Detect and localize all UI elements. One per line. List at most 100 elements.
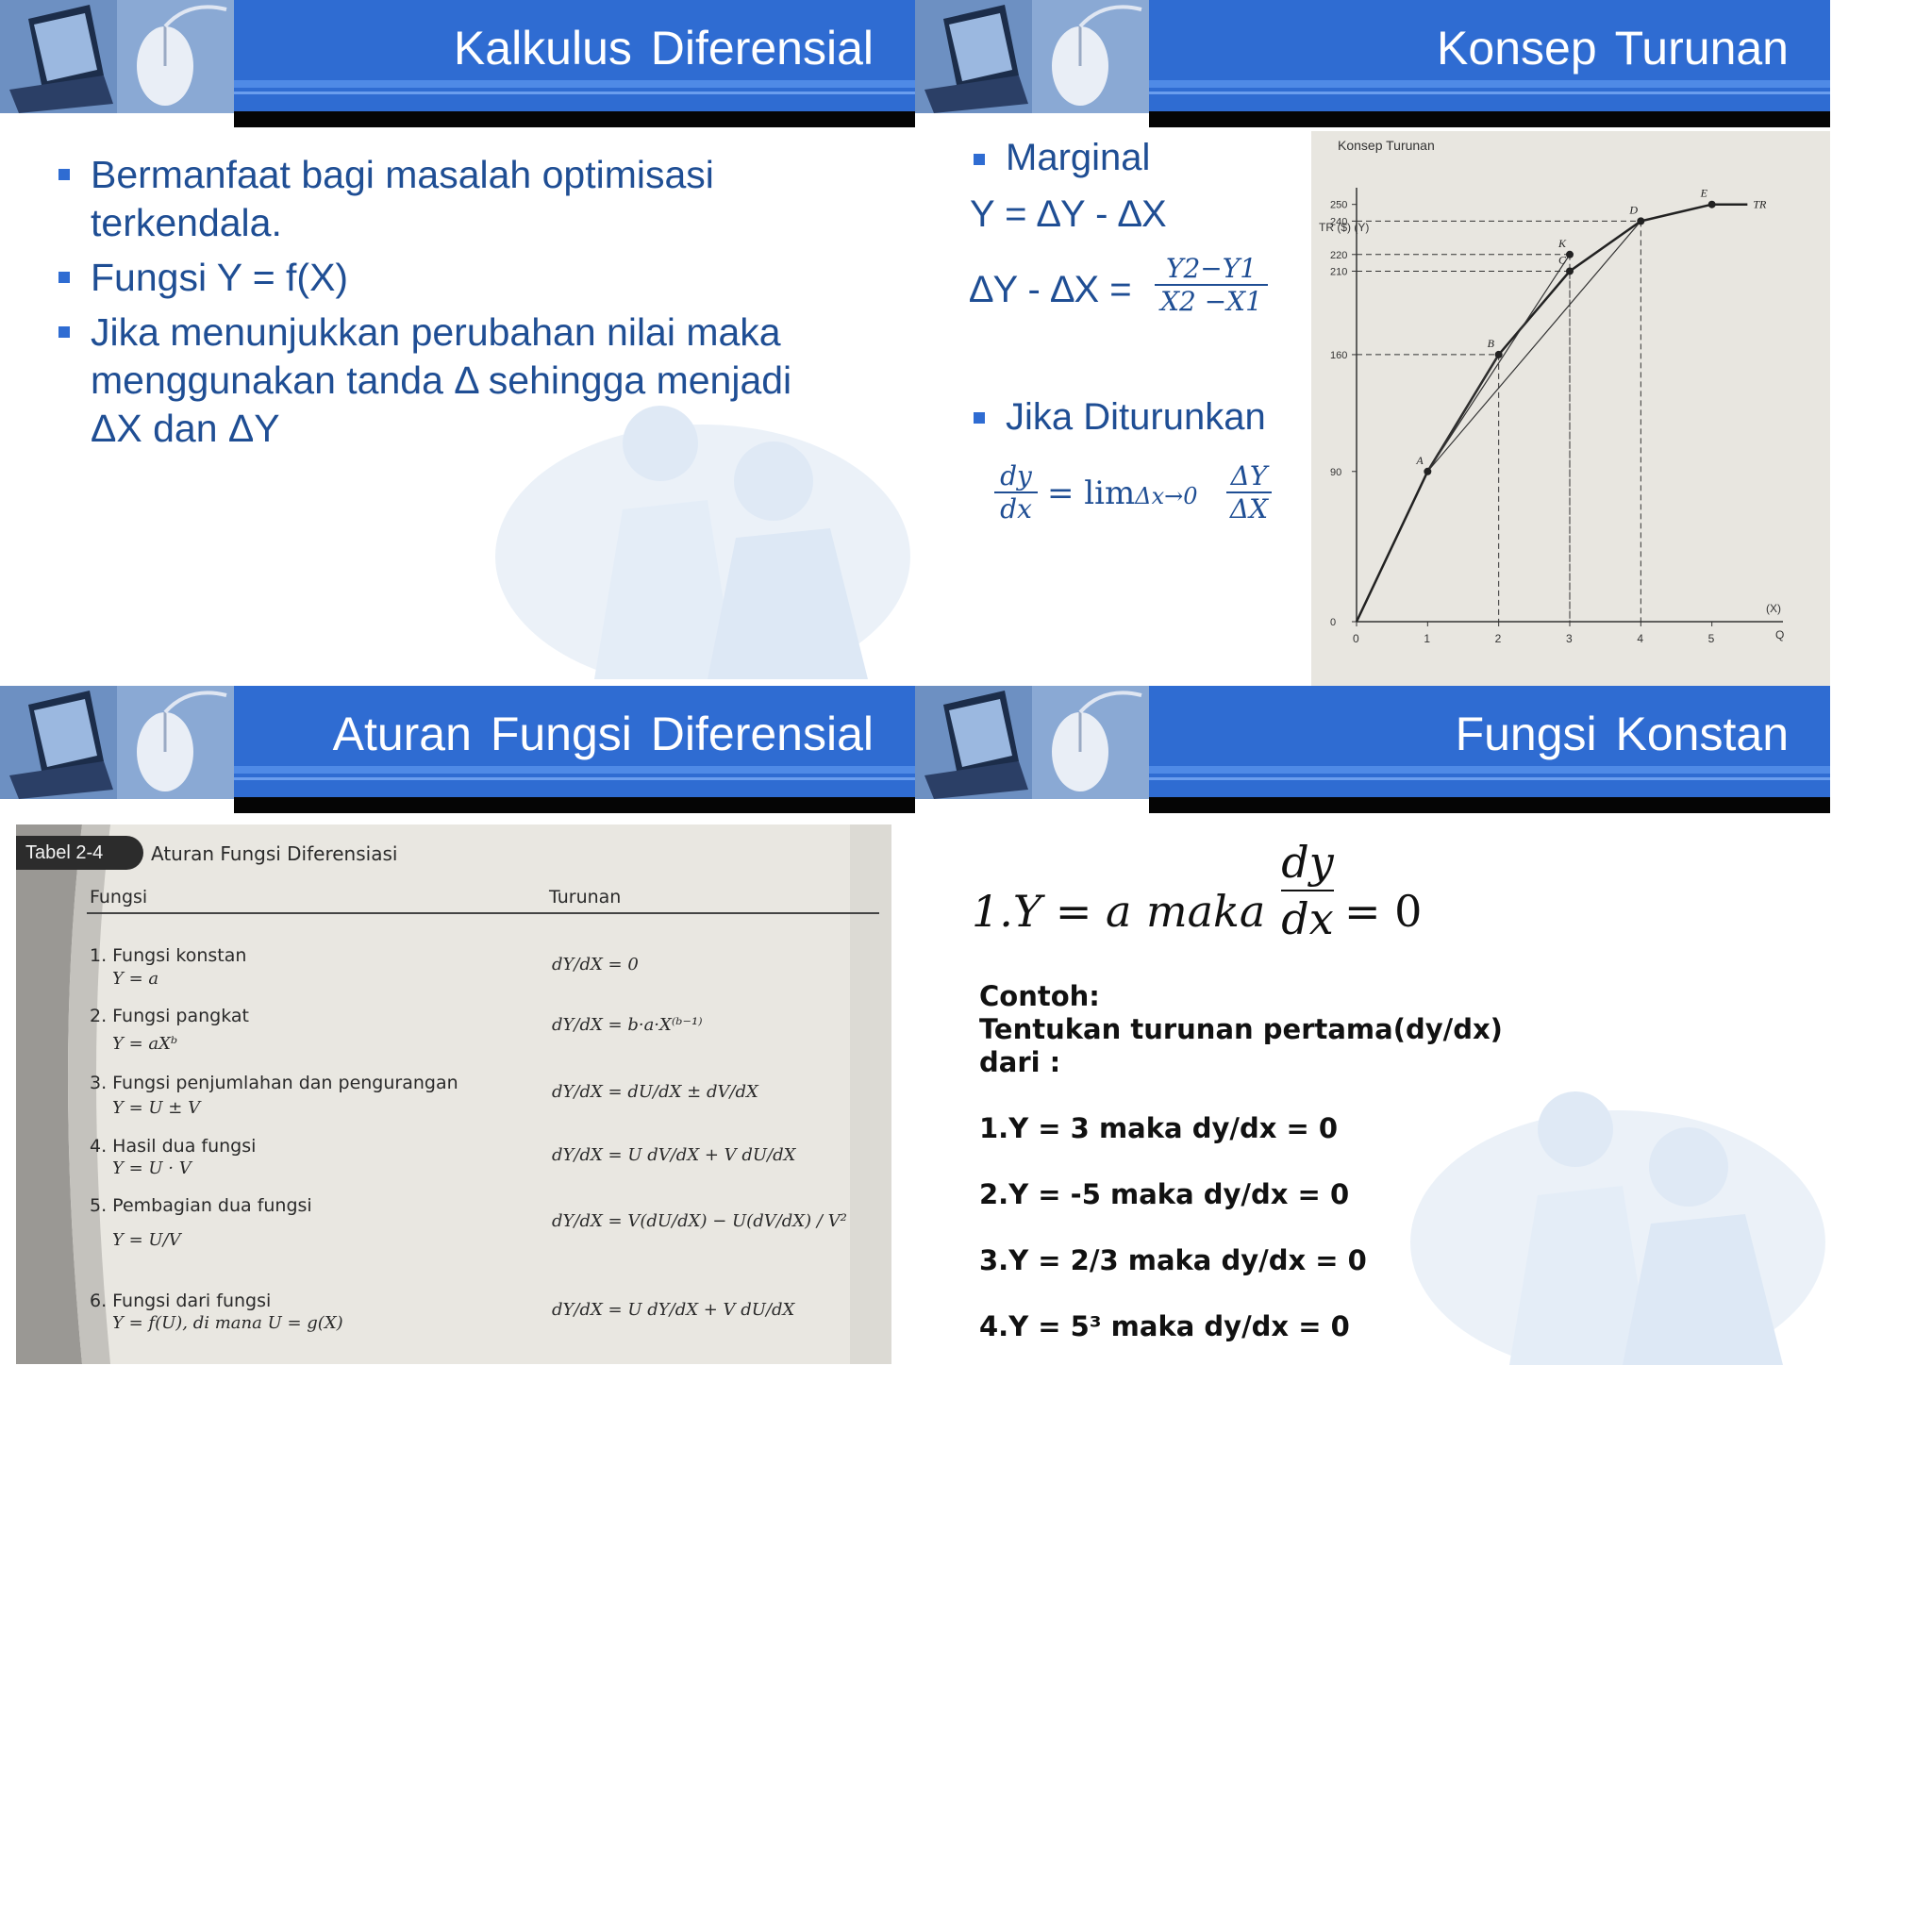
delta-x-text: ΔX: [1229, 493, 1269, 525]
point-label: D: [1628, 203, 1638, 216]
table-row-name: 4. Hasil dua fungsi: [90, 1136, 257, 1157]
series-label: TR: [1753, 198, 1767, 211]
secant-line: [1426, 354, 1500, 473]
table-row-example: Y = U/V: [112, 1230, 181, 1250]
slide-header: Konsep Turunan: [915, 0, 1830, 127]
table-row-rule: dY/dX = U dV/dX + V dU/dX: [552, 1145, 796, 1165]
table-row-example: Y = U ± V: [112, 1098, 201, 1118]
data-point: [1637, 217, 1645, 225]
formula-left: 1.Y = a: [972, 886, 1132, 937]
formula-maka: maka: [1146, 886, 1266, 937]
y-tick-label: 250: [1330, 200, 1347, 211]
computer-mouse-photo-icon: [0, 0, 234, 113]
body-line: [979, 1211, 1503, 1244]
table-row-name: 6. Fungsi dari fungsi: [90, 1291, 272, 1311]
y-tick-label: 240: [1330, 216, 1347, 227]
table-row-name: 5. Pembagian dua fungsi: [90, 1195, 312, 1216]
x-tick-label: 2: [1495, 632, 1502, 645]
secant-line: [1426, 254, 1571, 473]
body-line: 2.Y = -5 maka dy/dx = 0: [979, 1178, 1350, 1210]
point-label: B: [1488, 337, 1495, 350]
table-row-example: Y = a: [112, 969, 159, 989]
y-tick-label: 210: [1330, 266, 1347, 277]
body-line: Tentukan turunan pertama(dy/dx): [979, 1013, 1503, 1045]
y-tick-label: 0: [1330, 617, 1336, 628]
formula-numerator: dy: [1281, 837, 1334, 888]
y-tick-label: 90: [1330, 467, 1341, 478]
body-line: Contoh:: [979, 980, 1100, 1012]
table-row-rule: dY/dX = b·a·X⁽ᵇ⁻¹⁾: [552, 1015, 703, 1035]
bullet-list: Bermanfaat bagi masalah optimisasi terke…: [58, 151, 851, 459]
table-row-example: Y = aXᵇ: [112, 1034, 178, 1054]
delta-y-x-fraction: ΔY ΔX: [1226, 460, 1272, 525]
table-row-name: 3. Fungsi penjumlahan dan pengurangan: [90, 1073, 458, 1093]
limit-text: = limΔx→0: [1047, 475, 1198, 512]
table-row-rule: dY/dX = 0: [552, 955, 639, 974]
table-row-example: Y = f(U), di mana U = g(X): [112, 1313, 343, 1333]
slide-header: Fungsi Konstan: [915, 686, 1830, 813]
point-label: E: [1700, 187, 1708, 200]
body-line: 4.Y = 5³ maka dy/dx = 0: [979, 1310, 1350, 1342]
point-label: C: [1558, 253, 1567, 266]
bullet-item: Jika menunjukkan perubahan nilai maka me…: [58, 308, 851, 453]
delta-numerator: Y2−Y1: [1165, 253, 1257, 284]
data-point: [1566, 267, 1574, 275]
marginal-equation: Y = ∆Y - ∆X: [970, 193, 1167, 235]
slide-fungsi-konstan: Fungsi Konstan 1.Y = a maka dy dx = 0 Co…: [915, 686, 1830, 1372]
table-tag: Tabel 2-4: [16, 836, 143, 870]
data-point: [1494, 350, 1503, 358]
bullet-item: Fungsi Y = f(X): [58, 254, 851, 302]
column-header-fungsi: Fungsi: [90, 887, 148, 908]
computer-mouse-photo-icon: [915, 0, 1149, 113]
table-title: Aturan Fungsi Diferensiasi: [151, 842, 398, 865]
tr-curve: [1355, 203, 1748, 623]
slide-title: Konsep Turunan: [1437, 22, 1789, 75]
data-point: [1424, 467, 1432, 475]
data-point: [1707, 200, 1716, 208]
x-tick-label: 4: [1637, 632, 1643, 645]
bullet-item: Bermanfaat bagi masalah optimisasi terke…: [58, 151, 851, 247]
derived-label: Jika Diturunkan: [1006, 396, 1266, 438]
point-label: K: [1557, 237, 1567, 250]
tr-chart: Konsep TurunanTR ($) (Y)(X)Q0 1 2 3 4 5090160…: [1319, 138, 1784, 645]
column-header-turunan: Turunan: [549, 887, 622, 908]
body-line: 3.Y = 2/3 maka dy/dx = 0: [979, 1244, 1367, 1276]
table-row-name: 2. Fungsi pangkat: [90, 1006, 249, 1026]
y-tick-label: 160: [1330, 350, 1347, 361]
table-row-rule: dY/dX = U dY/dX + V dU/dX: [552, 1300, 795, 1320]
dx-text: dx: [1000, 493, 1032, 525]
x-axis-tag: (X): [1766, 602, 1781, 615]
chart-title: Konsep Turunan: [1338, 138, 1435, 153]
table-row-rule: dY/dX = V(dU/dX) − U(dV/dX) / V²: [552, 1211, 847, 1231]
y-tick-label: 220: [1330, 250, 1347, 261]
computer-mouse-photo-icon: [915, 686, 1149, 799]
example-text: Contoh: Tentukan turunan pertama(dy/dx) …: [979, 980, 1503, 1343]
slide-konsep-turunan: Konsep Turunan Marginal Y = ∆Y - ∆X ∆Y -…: [915, 0, 1830, 686]
slide-kalkulus-diferensial: Kalkulus Diferensial Bermanfaat bagi mas…: [0, 0, 915, 686]
formula-denominator: dx: [1281, 893, 1334, 944]
dy-text: dy: [1000, 460, 1032, 491]
tr-chart-panel: Konsep Turunan TR ($) (Y) (X) Q 0 1 2 3 4 5 0 90 160…: [1311, 131, 1830, 686]
lim-subscript: Δx→0: [1135, 483, 1198, 509]
delta-fraction: Y2−Y1 X2 −X1: [1155, 253, 1268, 317]
slide-header: Kalkulus Diferensial: [0, 0, 915, 127]
slide-title: Fungsi Konstan: [1455, 708, 1789, 760]
table-row-example: Y = U · V: [112, 1158, 192, 1178]
slide-header: Aturan Fungsi Diferensial: [0, 686, 915, 813]
slide-title: Aturan Fungsi Diferensial: [332, 708, 874, 760]
dy-dx-fraction: dy dx: [994, 460, 1038, 525]
formula-right: = 0: [1344, 886, 1423, 937]
body-line: dari :: [979, 1046, 1061, 1078]
body-line: [979, 1079, 1503, 1112]
x-axis-label: Q: [1775, 628, 1784, 641]
x-tick-label: 1: [1424, 632, 1430, 645]
x-tick-label: 0: [1353, 632, 1359, 645]
slide-title: Kalkulus Diferensial: [453, 22, 874, 75]
data-point: [1566, 250, 1574, 258]
x-tick-label: 3: [1566, 632, 1573, 645]
delta-y-text: ΔY: [1230, 460, 1268, 491]
delta-equation-lhs: ∆Y - ∆X =: [970, 269, 1132, 310]
body-line: 1.Y = 3 maka dy/dx = 0: [979, 1112, 1339, 1144]
body-line: [979, 1145, 1503, 1178]
table-row-name: 1. Fungsi konstan: [90, 945, 247, 966]
